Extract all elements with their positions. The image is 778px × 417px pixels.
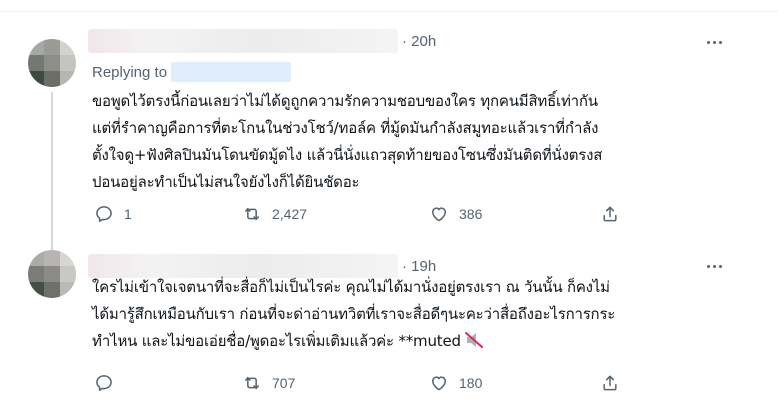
tweet-header: · 20h: [88, 29, 436, 53]
like-count: 180: [459, 375, 483, 391]
share-button[interactable]: [600, 371, 620, 395]
like-button[interactable]: 180: [429, 371, 482, 395]
reply-count: 1: [124, 206, 132, 222]
timestamp[interactable]: · 19h: [402, 258, 436, 275]
reply-button[interactable]: 1: [94, 202, 132, 226]
retweet-icon: [245, 376, 259, 390]
tweet-text-line: ทำไหน และไม่ขอเอ่ยชื่อ/พูดอะไรเพิ่มเติมแ…: [92, 332, 461, 350]
tweet-text-line: ขอพูดไว้ตรงนี้ก่อนเลยว่าไม่ได้ดูถูกความร…: [92, 92, 598, 110]
tweet-text: ใครไม่เข้าใจเจตนาที่จะสื่อก็ไม่เป็นไรค่ะ…: [92, 274, 737, 355]
like-count: 386: [459, 206, 483, 222]
thread-line: [51, 92, 53, 260]
blurred-mention-link[interactable]: [171, 62, 292, 82]
tweet-text-line: แต่ที่รำคาญคือการที่ตะโกนในช่วงโชว์/ทอล์…: [92, 119, 599, 137]
tweet-actions: 1 2,427 386: [92, 202, 632, 226]
avatar[interactable]: [28, 250, 76, 298]
muted-speaker-icon: [464, 332, 483, 348]
retweet-icon: [245, 207, 259, 221]
share-icon: [603, 206, 617, 222]
more-icon[interactable]: [704, 34, 724, 50]
tweet[interactable]: · 19h ใครไม่เข้าใจเจตนาที่จะสื่อก็ไม่เป็…: [0, 240, 742, 417]
timestamp[interactable]: · 20h: [402, 33, 436, 50]
blurred-author-name[interactable]: [88, 29, 398, 53]
avatar[interactable]: [28, 39, 76, 87]
tweet-text-line-last: ทำไหน และไม่ขอเอ่ยชื่อ/พูดอะไรเพิ่มเติมแ…: [92, 328, 737, 355]
reply-icon: [96, 375, 112, 391]
like-icon: [432, 376, 446, 391]
top-divider: [0, 0, 778, 12]
replying-to-label: Replying to: [92, 63, 168, 81]
tweet[interactable]: · 20h Replying to ขอพูดไว้ตรงนี้ก่อนเลยว…: [0, 12, 742, 260]
replying-to: Replying to: [92, 62, 292, 82]
like-button[interactable]: 386: [429, 202, 482, 226]
share-icon: [603, 375, 617, 391]
tweet-text-line: ตั้งใจดู+ฟังศิลปินมันโดนขัดมู้ดไง แล้วนี…: [92, 146, 603, 164]
tweet-text: ขอพูดไว้ตรงนี้ก่อนเลยว่าไม่ได้ดูถูกความร…: [92, 88, 737, 196]
more-icon[interactable]: [704, 258, 724, 274]
reply-icon: [96, 206, 112, 222]
tweet-text-line: ได้มารู้สึกเหมือนกับเรา ก่อนที่จะด่าอ่าน…: [92, 305, 616, 323]
retweet-button[interactable]: 2,427: [242, 202, 307, 226]
retweet-count: 2,427: [272, 206, 308, 222]
tweet-actions: 707 180: [92, 371, 632, 395]
reply-button[interactable]: [94, 371, 124, 395]
share-button[interactable]: [600, 202, 620, 226]
retweet-count: 707: [272, 375, 296, 391]
tweet-text-line: ปอนอยู่ละทำเป็นไม่สนใจยังไงก็ได้ยินชัดอะ: [92, 173, 360, 191]
tweet-text-line: ใครไม่เข้าใจเจตนาที่จะสื่อก็ไม่เป็นไรค่ะ…: [92, 278, 610, 296]
like-icon: [432, 207, 446, 222]
retweet-button[interactable]: 707: [242, 371, 295, 395]
